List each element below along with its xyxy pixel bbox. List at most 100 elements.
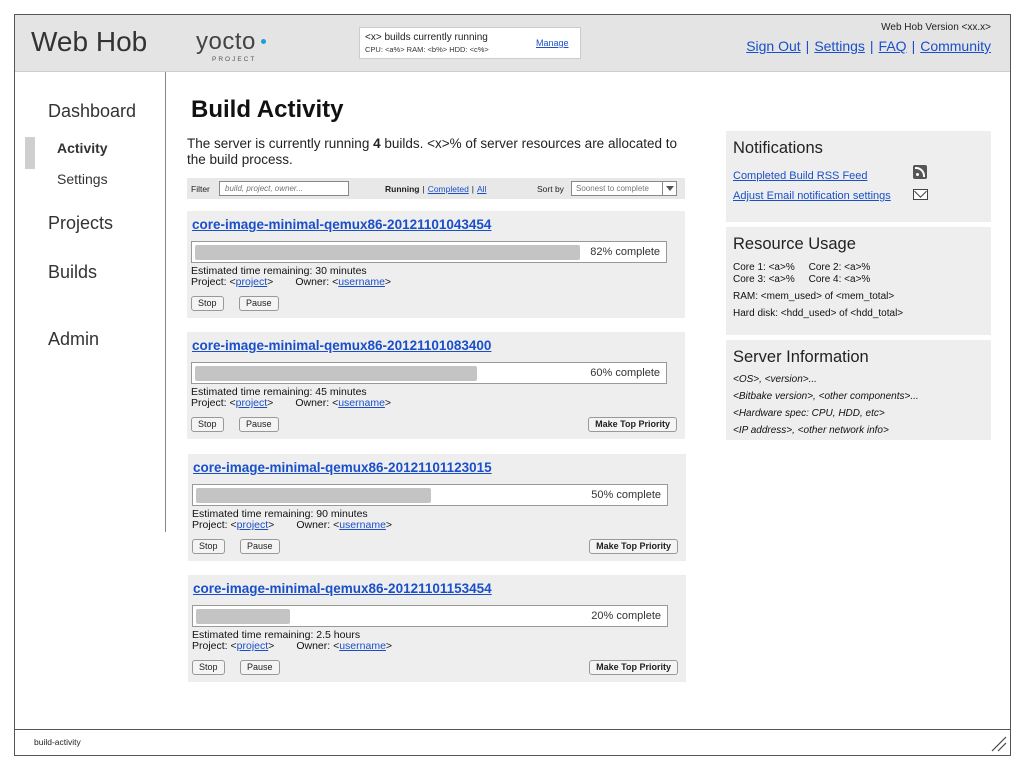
- manage-link[interactable]: Manage: [536, 38, 569, 48]
- status-builds-running: <x> builds currently running: [365, 32, 488, 43]
- left-navigation: Dashboard Activity Settings Projects Bui…: [15, 72, 166, 532]
- owner-close: >: [385, 640, 393, 652]
- nav-admin[interactable]: Admin: [48, 329, 99, 350]
- footer-bar: build-activity: [15, 729, 1010, 755]
- build-name-link[interactable]: core-image-minimal-qemux86-2012110104345…: [192, 217, 491, 232]
- project-link[interactable]: project: [237, 640, 269, 652]
- stop-button[interactable]: Stop: [192, 660, 225, 675]
- stop-button[interactable]: Stop: [192, 539, 225, 554]
- pause-button[interactable]: Pause: [239, 296, 279, 311]
- project-close: >: [267, 397, 274, 409]
- filter-tabs: Running | Completed | All: [385, 184, 486, 194]
- nav-dashboard[interactable]: Dashboard: [48, 101, 136, 122]
- project-label: Project: <: [192, 519, 237, 531]
- filter-tab-running[interactable]: Running: [385, 184, 419, 194]
- intro-build-count: 4: [373, 136, 381, 151]
- nav-projects[interactable]: Projects: [48, 213, 113, 234]
- resource-usage-panel: Resource Usage Core 1: <a>% Core 2: <a>%…: [726, 227, 991, 335]
- link-separator: |: [911, 38, 916, 54]
- nav-activity[interactable]: Activity: [57, 140, 108, 156]
- project-link[interactable]: project: [237, 519, 269, 531]
- owner-label: Owner: <: [296, 640, 340, 652]
- pause-button[interactable]: Pause: [240, 539, 280, 554]
- disk-usage: Hard disk: <hdd_used> of <hdd_total>: [733, 308, 904, 319]
- filter-input[interactable]: [219, 181, 349, 196]
- faq-link[interactable]: FAQ: [879, 38, 907, 54]
- settings-link[interactable]: Settings: [814, 38, 865, 54]
- intro-pre: The server is currently running: [187, 136, 374, 151]
- sort-select[interactable]: Soonest to complete: [571, 181, 677, 196]
- server-bitbake: <Bitbake version>, <other components>...: [733, 391, 919, 402]
- stop-button[interactable]: Stop: [191, 296, 224, 311]
- email-settings-link[interactable]: Adjust Email notification settings: [733, 190, 891, 202]
- project-close: >: [268, 640, 275, 652]
- intro-text: The server is currently running 4 builds…: [187, 136, 687, 168]
- link-separator: |: [805, 38, 810, 54]
- community-link[interactable]: Community: [920, 38, 991, 54]
- progress-bar: 20% complete: [192, 605, 668, 627]
- server-hardware: <Hardware spec: CPU, HDD, etc>: [733, 408, 885, 419]
- project-link[interactable]: project: [236, 397, 268, 409]
- build-name-link[interactable]: core-image-minimal-qemux86-2012110112301…: [193, 460, 492, 475]
- sort-label: Sort by: [537, 184, 564, 194]
- build-name-link[interactable]: core-image-minimal-qemux86-2012110108340…: [192, 338, 491, 353]
- logo-dot-icon: [260, 39, 266, 44]
- project-owner-line: Project: <project> Owner: <username>: [192, 640, 392, 652]
- progress-text: 50% complete: [591, 489, 661, 501]
- chevron-down-icon[interactable]: [662, 182, 676, 195]
- rss-feed-link[interactable]: Completed Build RSS Feed: [733, 170, 868, 182]
- owner-close: >: [385, 519, 393, 531]
- server-info-panel: Server Information <OS>, <version>... <B…: [726, 340, 991, 440]
- project-owner-line: Project: <project> Owner: <username>: [191, 397, 391, 409]
- rss-icon[interactable]: [913, 165, 927, 179]
- page-title: Build Activity: [191, 96, 344, 123]
- filter-tab-all[interactable]: All: [477, 184, 486, 194]
- filter-label: Filter: [191, 184, 210, 194]
- mail-icon[interactable]: [913, 189, 928, 200]
- top-links: Sign Out | Settings | FAQ | Community: [746, 38, 991, 54]
- owner-label: Owner: <: [295, 276, 339, 288]
- progress-bar: 60% complete: [191, 362, 667, 384]
- link-separator: |: [869, 38, 874, 54]
- project-label: Project: <: [192, 640, 237, 652]
- active-nav-marker: [25, 137, 35, 169]
- app-title: Web Hob: [31, 26, 148, 57]
- progress-bar: 50% complete: [192, 484, 668, 506]
- owner-link[interactable]: username: [339, 640, 386, 652]
- project-owner-line: Project: <project> Owner: <username>: [192, 519, 392, 531]
- progress-text: 20% complete: [591, 610, 661, 622]
- nav-settings[interactable]: Settings: [57, 171, 108, 187]
- pause-button[interactable]: Pause: [240, 660, 280, 675]
- cores-line-1: Core 1: <a>% Core 2: <a>%: [733, 262, 871, 273]
- server-info-title: Server Information: [733, 348, 869, 366]
- owner-link[interactable]: username: [338, 276, 385, 288]
- owner-close: >: [384, 397, 392, 409]
- sign-out-link[interactable]: Sign Out: [746, 38, 800, 54]
- build-card: core-image-minimal-qemux86-2012110108340…: [187, 332, 685, 439]
- project-close: >: [267, 276, 274, 288]
- project-owner-line: Project: <project> Owner: <username>: [191, 276, 391, 288]
- progress-fill: [195, 245, 580, 260]
- pause-button[interactable]: Pause: [239, 417, 279, 432]
- progress-bar: 82% complete: [191, 241, 667, 263]
- ram-usage: RAM: <mem_used> of <mem_total>: [733, 291, 895, 302]
- progress-fill: [196, 609, 290, 624]
- resize-grip-icon[interactable]: [989, 734, 1007, 752]
- owner-label: Owner: <: [296, 519, 340, 531]
- progress-text: 82% complete: [590, 246, 660, 258]
- project-link[interactable]: project: [236, 276, 268, 288]
- stop-button[interactable]: Stop: [191, 417, 224, 432]
- server-os: <OS>, <version>...: [733, 374, 817, 385]
- progress-text: 60% complete: [590, 367, 660, 379]
- owner-link[interactable]: username: [338, 397, 385, 409]
- make-top-priority-button[interactable]: Make Top Priority: [588, 417, 677, 432]
- resource-usage-title: Resource Usage: [733, 235, 856, 253]
- make-top-priority-button[interactable]: Make Top Priority: [589, 539, 678, 554]
- owner-link[interactable]: username: [339, 519, 386, 531]
- notifications-panel: Notifications Completed Build RSS Feed A…: [726, 131, 991, 222]
- make-top-priority-button[interactable]: Make Top Priority: [589, 660, 678, 675]
- build-name-link[interactable]: core-image-minimal-qemux86-2012110115345…: [193, 581, 492, 596]
- build-card: core-image-minimal-qemux86-2012110112301…: [188, 454, 686, 561]
- nav-builds[interactable]: Builds: [48, 262, 97, 283]
- filter-tab-completed[interactable]: Completed: [428, 184, 469, 194]
